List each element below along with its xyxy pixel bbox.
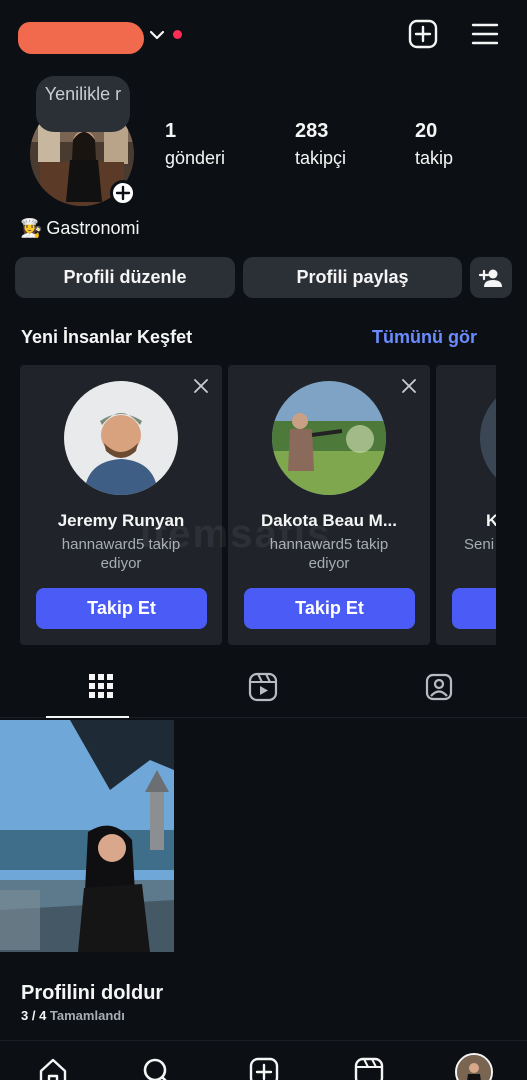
suggestion-card[interactable]: Jeremy Runyan hannaward5 takip ediyor Ta… xyxy=(20,365,222,645)
username-redacted[interactable] xyxy=(18,22,144,54)
suggestion-card[interactable]: Dakota Beau M... hannaward5 takip ediyor… xyxy=(228,365,430,645)
suggestion-card[interactable]: K Seni xyxy=(436,365,496,645)
bio-text: Gastronomi xyxy=(46,218,140,238)
follow-button[interactable]: Takip Et xyxy=(36,588,207,629)
notification-dot xyxy=(173,30,182,39)
menu-icon[interactable] xyxy=(469,18,501,50)
stat-value: 283 xyxy=(295,120,329,142)
avatar-photo xyxy=(64,381,178,495)
avatar-photo xyxy=(480,381,496,495)
profile-nav-avatar[interactable] xyxy=(455,1053,493,1080)
discover-title: Yeni İnsanlar Keşfet xyxy=(21,327,193,347)
suggestion-name[interactable]: Dakota Beau M... xyxy=(228,511,430,531)
complete-profile-title: Profilini doldur xyxy=(21,982,164,1004)
add-person-icon xyxy=(478,269,502,287)
stat-label: gönderi xyxy=(165,148,226,168)
chef-emoji: 👩‍🍳 xyxy=(20,218,43,238)
reels-nav-icon[interactable] xyxy=(352,1055,386,1080)
profile-bio: 👩‍🍳 Gastronomi xyxy=(20,218,139,239)
suggestion-name[interactable]: Jeremy Runyan xyxy=(20,511,222,531)
tab-tagged[interactable] xyxy=(352,660,527,718)
reels-icon xyxy=(248,672,278,702)
suggestion-avatar[interactable] xyxy=(480,381,496,495)
stat-followers[interactable]: 283 takipçi xyxy=(295,120,346,169)
stat-value: 1 xyxy=(165,120,177,142)
new-post-icon[interactable] xyxy=(407,18,439,50)
tab-reels[interactable] xyxy=(176,660,351,718)
follow-button[interactable] xyxy=(452,588,496,629)
suggestion-context: hannaward5 takip ediyor xyxy=(269,536,389,572)
add-story-icon[interactable] xyxy=(110,180,136,206)
complete-profile-progress: 3 / 4 Tamamlandı xyxy=(21,1008,125,1023)
stat-label: takip xyxy=(415,148,454,168)
progress-count: 3 / 4 xyxy=(21,1008,47,1023)
bottom-nav xyxy=(0,1040,527,1080)
tab-grid[interactable] xyxy=(15,660,190,718)
follow-button[interactable]: Takip Et xyxy=(244,588,415,629)
close-icon[interactable] xyxy=(192,377,210,395)
tab-active-indicator xyxy=(46,716,129,718)
suggestion-context: hannaward5 takip ediyor xyxy=(61,536,181,572)
see-all-link[interactable]: Tümünü gör xyxy=(372,327,477,348)
edit-profile-button[interactable]: Profili düzenle xyxy=(15,257,235,298)
stat-value: 20 xyxy=(415,120,438,142)
progress-status: Tamamlandı xyxy=(49,1008,125,1023)
note-bubble[interactable]: Yenilikle r xyxy=(36,76,130,132)
tagged-icon xyxy=(425,673,453,701)
search-icon[interactable] xyxy=(140,1055,174,1080)
stat-posts[interactable]: 1 gönderi xyxy=(165,120,225,169)
top-bar xyxy=(0,0,527,70)
avatar-photo xyxy=(272,381,386,495)
suggestion-name[interactable]: K xyxy=(486,511,496,531)
create-icon[interactable] xyxy=(247,1055,281,1080)
close-icon[interactable] xyxy=(400,377,418,395)
discover-people-button[interactable] xyxy=(470,257,512,298)
chevron-down-icon[interactable] xyxy=(148,26,166,44)
avatar-photo xyxy=(457,1055,491,1080)
suggestion-carousel[interactable]: Jeremy Runyan hannaward5 takip ediyor Ta… xyxy=(20,365,496,645)
share-profile-button[interactable]: Profili paylaş xyxy=(243,257,462,298)
suggestion-avatar[interactable] xyxy=(272,381,386,495)
stat-following[interactable]: 20 takip xyxy=(415,120,453,169)
grid-icon xyxy=(89,674,113,698)
suggestion-avatar[interactable] xyxy=(64,381,178,495)
stat-label: takipçi xyxy=(295,148,347,168)
post-photo xyxy=(0,720,174,952)
suggestion-context: Seni xyxy=(464,536,495,553)
profile-tabs xyxy=(0,660,527,718)
post-thumbnail[interactable] xyxy=(0,720,174,952)
home-icon[interactable] xyxy=(36,1055,70,1080)
